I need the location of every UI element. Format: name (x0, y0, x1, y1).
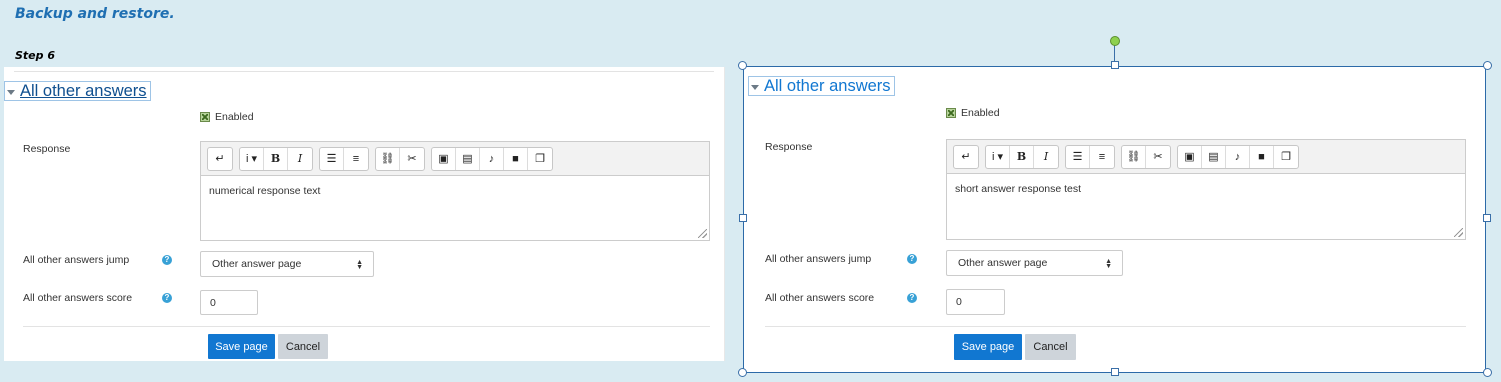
collapse-caret-icon (7, 89, 15, 95)
link-icon[interactable]: ⛓ (376, 147, 400, 170)
response-editor: ↵ i ▾ B I ☰ ≡ ⛓ ✂ ▣ ▤ ♪ ■ ❐ short answer… (946, 139, 1466, 240)
jump-label: All other answers jump (23, 254, 130, 266)
save-page-button[interactable]: Save page (208, 334, 275, 359)
editor-toolbar: ↵ i ▾ B I ☰ ≡ ⛓ ✂ ▣ ▤ ♪ ■ ❐ (947, 140, 1465, 174)
resize-handle[interactable] (1111, 368, 1119, 376)
cancel-button[interactable]: Cancel (1025, 334, 1076, 360)
rotation-line (1114, 45, 1115, 62)
resize-handle[interactable] (739, 214, 747, 222)
toolbar-toggle-button[interactable]: ↵ (208, 148, 232, 170)
copy-icon[interactable]: ❐ (1274, 146, 1298, 168)
resize-handle[interactable] (1111, 61, 1119, 69)
resize-handle[interactable] (738, 61, 747, 70)
checkbox-icon (200, 112, 210, 122)
cancel-button[interactable]: Cancel (278, 334, 328, 359)
help-icon[interactable]: ? (162, 293, 172, 303)
divider (14, 71, 714, 72)
image-icon[interactable]: ▣ (432, 147, 456, 170)
response-text: short answer response test (955, 183, 1082, 195)
response-label: Response (765, 141, 813, 153)
image-icon[interactable]: ▣ (1178, 145, 1202, 168)
bullet-list-icon[interactable]: ☰ (1066, 145, 1090, 168)
italic-button[interactable]: I (1034, 146, 1058, 168)
media-file-icon[interactable]: ▤ (1202, 145, 1226, 168)
section-title: All other answers (20, 81, 147, 100)
help-icon[interactable]: ? (907, 254, 917, 264)
jump-value: Other answer page (958, 257, 1048, 269)
toolbar-toggle-button[interactable]: ↵ (954, 146, 978, 168)
bold-button[interactable]: B (264, 147, 288, 170)
enabled-checkbox[interactable]: Enabled (200, 111, 254, 123)
collapse-caret-icon (751, 84, 759, 90)
rotate-handle[interactable] (1110, 36, 1120, 46)
enabled-label: Enabled (961, 107, 1000, 119)
score-label: All other answers score (23, 292, 133, 304)
unlink-icon[interactable]: ✂ (1146, 146, 1170, 168)
section-header[interactable]: All other answers (748, 76, 895, 96)
unlink-icon[interactable]: ✂ (400, 148, 424, 170)
select-arrows-icon: ▲ ▼ (356, 259, 363, 271)
score-value: 0 (210, 296, 216, 309)
section-header[interactable]: All other answers (4, 81, 151, 101)
resize-handle[interactable] (1483, 368, 1492, 377)
jump-select[interactable]: Other answer page ▲ ▼ (200, 251, 374, 277)
microphone-icon[interactable]: ♪ (1226, 145, 1250, 168)
paragraph-styles-button[interactable]: i ▾ (986, 145, 1010, 168)
bullet-list-icon[interactable]: ☰ (320, 147, 344, 170)
resize-handle[interactable] (1483, 214, 1491, 222)
select-arrows-icon: ▲ ▼ (1105, 258, 1112, 270)
numbered-list-icon[interactable]: ≡ (1090, 146, 1114, 168)
left-form-panel: All other answers Enabled Response ↵ i ▾… (4, 67, 724, 361)
right-form-panel[interactable]: All other answers Enabled Response ↵ i ▾… (743, 66, 1486, 373)
divider (23, 326, 710, 327)
resize-grip-icon[interactable] (698, 229, 707, 238)
link-icon[interactable]: ⛓ (1122, 145, 1146, 168)
score-input[interactable]: 0 (200, 290, 258, 315)
resize-handle[interactable] (738, 368, 747, 377)
jump-label: All other answers jump (765, 253, 872, 265)
step-label: Step 6 (15, 49, 55, 62)
section-title: All other answers (764, 76, 891, 95)
score-input[interactable]: 0 (946, 289, 1005, 315)
divider (765, 326, 1466, 327)
media-file-icon[interactable]: ▤ (456, 147, 480, 170)
bold-button[interactable]: B (1010, 145, 1034, 168)
document-title: Backup and restore. (15, 6, 175, 22)
help-icon[interactable]: ? (162, 255, 172, 265)
video-icon[interactable]: ■ (504, 147, 528, 170)
italic-button[interactable]: I (288, 148, 312, 170)
jump-select[interactable]: Other answer page ▲ ▼ (946, 250, 1123, 276)
score-value: 0 (956, 296, 962, 308)
enabled-checkbox[interactable]: Enabled (946, 107, 1000, 119)
numbered-list-icon[interactable]: ≡ (344, 148, 368, 170)
response-textarea[interactable]: numerical response text (201, 176, 709, 240)
checkbox-icon (946, 108, 956, 118)
video-icon[interactable]: ■ (1250, 145, 1274, 168)
score-label: All other answers score (765, 292, 875, 304)
save-page-button[interactable]: Save page (954, 334, 1022, 360)
response-textarea[interactable]: short answer response test (947, 174, 1465, 239)
copy-icon[interactable]: ❐ (528, 148, 552, 170)
resize-grip-icon[interactable] (1454, 228, 1463, 237)
jump-value: Other answer page (212, 258, 302, 270)
paragraph-styles-button[interactable]: i ▾ (240, 147, 264, 170)
help-icon[interactable]: ? (907, 293, 917, 303)
response-editor: ↵ i ▾ B I ☰ ≡ ⛓ ✂ ▣ ▤ ♪ ■ ❐ numerical re… (200, 141, 710, 241)
editor-toolbar: ↵ i ▾ B I ☰ ≡ ⛓ ✂ ▣ ▤ ♪ ■ ❐ (201, 142, 709, 176)
divider (724, 67, 725, 361)
microphone-icon[interactable]: ♪ (480, 147, 504, 170)
response-label: Response (23, 143, 71, 155)
resize-handle[interactable] (1483, 61, 1492, 70)
response-text: numerical response text (209, 185, 321, 197)
enabled-label: Enabled (215, 111, 254, 123)
